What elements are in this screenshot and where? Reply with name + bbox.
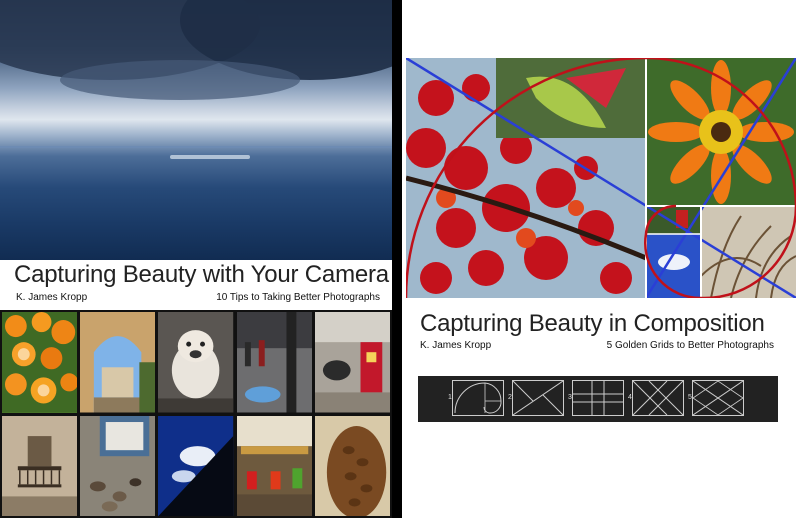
cross-diagonal-grid-icon [692, 380, 744, 416]
photo-tile-cats [80, 415, 156, 516]
phi-grid-icon [572, 380, 624, 416]
cover-author: K. James Kropp [16, 292, 88, 303]
photo-tile-vespa [314, 312, 390, 413]
photo-tile-bulldog [158, 312, 234, 413]
golden-grid-overlay [406, 58, 796, 298]
cover-title: Capturing Beauty with Your Camera [14, 261, 389, 288]
photo-tile-market [236, 415, 312, 516]
cover-subtitle: 5 Golden Grids to Better Photographs [606, 340, 774, 351]
golden-spiral-grid-icon [452, 380, 504, 416]
diagonal-grid-icon [632, 380, 684, 416]
photo-grid [0, 310, 392, 518]
golden-grids-strip: 1 2 3 4 5 [418, 376, 778, 422]
photo-tile-sky-building [158, 415, 234, 516]
cover-title: Capturing Beauty in Composition [420, 310, 765, 337]
photo-tile-balcony [2, 415, 78, 516]
composition-collage [406, 58, 796, 298]
golden-triangle-grid-icon [512, 380, 564, 416]
photo-tile-palm [314, 415, 390, 516]
cover-author: K. James Kropp [420, 340, 492, 351]
photo-tile-oranges [2, 312, 78, 413]
cover-subtitle: 10 Tips to Taking Better Photographs [216, 292, 380, 303]
photo-tile-street [236, 312, 312, 413]
photo-tile-archway [80, 312, 156, 413]
seascape-photo [0, 0, 392, 260]
book-cover-left: Capturing Beauty with Your Camera K. Jam… [0, 0, 392, 518]
